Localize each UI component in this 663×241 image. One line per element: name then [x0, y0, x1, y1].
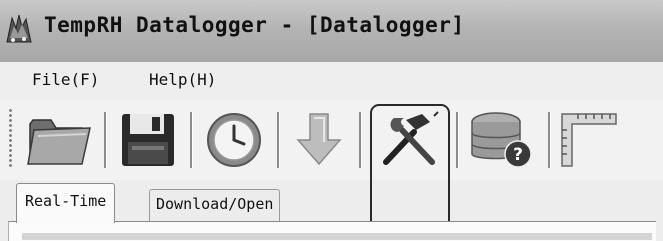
toolbar-separator — [104, 112, 107, 168]
menu-bar: File(F) Help(H) — [0, 62, 663, 101]
ruler-icon[interactable] — [556, 106, 624, 170]
menu-help[interactable]: Help(H) — [149, 70, 216, 89]
app-icon — [6, 14, 32, 43]
menu-file[interactable]: File(F) — [32, 70, 99, 89]
content-header-strip — [22, 233, 652, 240]
toolbar-separator — [456, 112, 459, 168]
database-question-icon[interactable]: ? — [464, 106, 540, 170]
highlight-annotation — [370, 104, 450, 238]
floppy-disk-icon[interactable] — [114, 106, 182, 170]
toolbar: ? — [0, 100, 663, 180]
toolbar-separator — [548, 112, 551, 168]
clock-icon[interactable] — [200, 106, 268, 170]
tab-real-time[interactable]: Real-Time — [16, 183, 116, 223]
window-title: TempRH Datalogger - [Datalogger] — [44, 13, 465, 37]
toolbar-separator — [359, 112, 362, 168]
down-arrow-icon[interactable] — [288, 106, 350, 170]
toolbar-grip[interactable] — [8, 108, 13, 168]
title-bar: TempRH Datalogger - [Datalogger] — [0, 0, 663, 63]
toolbar-separator — [190, 112, 193, 168]
folder-icon[interactable] — [24, 106, 96, 170]
svg-text:?: ? — [513, 145, 523, 165]
toolbar-separator — [277, 112, 280, 168]
tab-download-open[interactable]: Download/Open — [149, 189, 281, 221]
